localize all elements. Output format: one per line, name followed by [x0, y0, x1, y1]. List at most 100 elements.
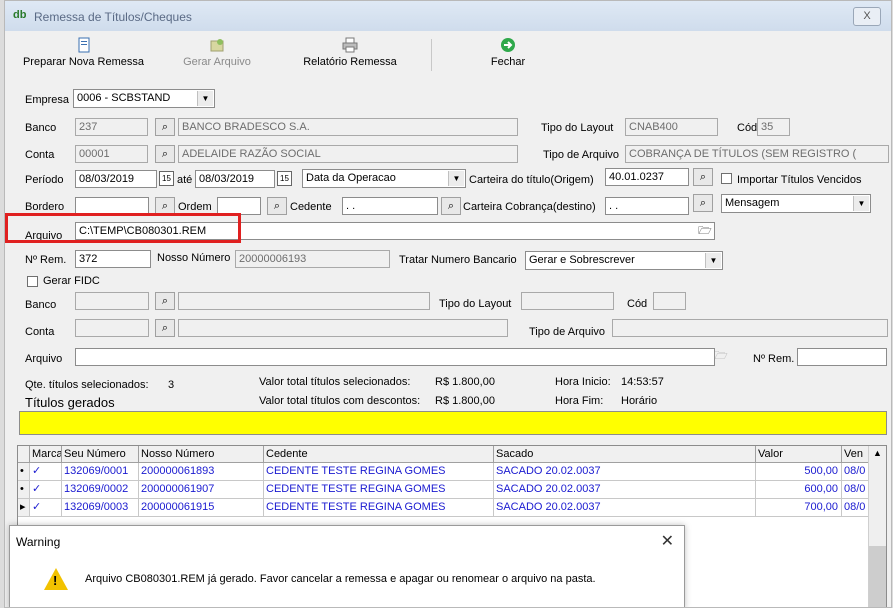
window-title: Remessa de Títulos/Cheques [34, 10, 192, 24]
remessa-window: db Remessa de Títulos/Cheques X Preparar… [4, 0, 892, 608]
chevron-down-icon: ▼ [853, 196, 869, 211]
row-valor[interactable]: 500,00 [756, 463, 842, 481]
row-nosso-numero[interactable]: 200000061893 [139, 463, 264, 481]
cod2-label: Cód [627, 298, 648, 310]
valor-desc-value: R$ 1.800,00 [435, 395, 495, 407]
valor-sel-value: R$ 1.800,00 [435, 376, 495, 388]
row-indicator: • [18, 463, 30, 481]
ordem-search-button[interactable]: ⌕ [267, 197, 287, 215]
grid-header-marca[interactable]: Marca [30, 446, 62, 463]
preparar-label: Preparar Nova Remessa [22, 56, 145, 68]
chevron-down-icon: ▼ [448, 171, 464, 186]
gerar-fidc-label: Gerar FIDC [43, 275, 100, 287]
search-icon: ⌕ [161, 295, 169, 307]
importar-vencidos-checkbox[interactable] [721, 173, 732, 184]
chevron-down-icon: ▼ [197, 91, 213, 106]
search-icon: ⌕ [273, 200, 281, 212]
banco-code-field[interactable]: 237 [75, 118, 148, 136]
calendar-icon[interactable]: 15 [159, 171, 174, 186]
row-valor[interactable]: 600,00 [756, 481, 842, 499]
calendar-icon[interactable]: 15 [277, 171, 292, 186]
highlight-arquivo-box [5, 213, 241, 243]
fechar-button[interactable]: Fechar [483, 37, 533, 68]
carteira-destino-search-button[interactable]: ⌕ [693, 194, 713, 212]
empresa-select[interactable]: 0006 - SCBSTAND ▼ [73, 89, 215, 108]
row-marca-check[interactable]: ✓ [30, 481, 62, 499]
tratar-select[interactable]: Gerar e Sobrescrever ▼ [525, 251, 723, 270]
folder-open-icon[interactable]: 🗁 [695, 223, 715, 241]
banco-search-button[interactable]: ⌕ [155, 118, 175, 136]
tipo-arquivo2-label: Tipo de Arquivo [529, 326, 606, 338]
window-close-button[interactable]: X [853, 7, 881, 26]
conta-code-field[interactable]: 00001 [75, 145, 148, 163]
banco-name-field: BANCO BRADESCO S.A. [178, 118, 518, 136]
nrem-label: Nº Rem. [25, 254, 67, 266]
row-marca-check[interactable]: ✓ [30, 499, 62, 517]
grid-header-sacado[interactable]: Sacado [494, 446, 756, 463]
tipo-arquivo-label: Tipo de Arquivo [543, 149, 620, 161]
progress-status-bar [19, 411, 887, 435]
row-valor[interactable]: 700,00 [756, 499, 842, 517]
bordero-label: Bordero [25, 201, 65, 213]
data-tipo-select[interactable]: Data da Operacao ▼ [302, 169, 466, 188]
grid-scrollbar[interactable]: ▲ [868, 446, 886, 607]
row-cedente[interactable]: CEDENTE TESTE REGINA GOMES [264, 463, 494, 481]
mensagem-select[interactable]: Mensagem ▼ [721, 194, 871, 213]
search-icon: ⌕ [161, 121, 169, 133]
carteira-origem-field[interactable]: 40.01.0237 [605, 168, 689, 186]
carteira-origem-search-button[interactable]: ⌕ [693, 168, 713, 186]
arquivo2-field[interactable] [75, 348, 715, 366]
relatorio-remessa-button[interactable]: Relatório Remessa [295, 37, 405, 68]
qte-value: 3 [168, 379, 175, 391]
grid-header-nosso-numero[interactable]: Nosso Número [139, 446, 264, 463]
dialog-message: Arquivo CB080301.REM já gerado. Favor ca… [85, 573, 596, 585]
grid-header-seu-numero[interactable]: Seu Número [62, 446, 139, 463]
gerar-label: Gerar Arquivo [183, 56, 251, 68]
periodo-ate-field[interactable]: 08/03/2019 [195, 170, 275, 188]
fechar-label: Fechar [490, 56, 526, 68]
grid-header-cedente[interactable]: Cedente [264, 446, 494, 463]
periodo-de-field[interactable]: 08/03/2019 [75, 170, 157, 188]
hora-inicio-label: Hora Inicio: [555, 376, 611, 388]
gerar-fidc-checkbox[interactable] [27, 276, 38, 287]
nrem2-field[interactable] [797, 348, 887, 366]
row-nosso-numero[interactable]: 200000061915 [139, 499, 264, 517]
row-cedente[interactable]: CEDENTE TESTE REGINA GOMES [264, 481, 494, 499]
row-seu-numero[interactable]: 132069/0002 [62, 481, 139, 499]
row-cedente[interactable]: CEDENTE TESTE REGINA GOMES [264, 499, 494, 517]
folder-open-icon[interactable]: 🗁 [711, 348, 731, 366]
tipo-arquivo2-field [612, 319, 888, 337]
app-icon: db [13, 9, 27, 21]
grid-header-valor[interactable]: Valor [756, 446, 842, 463]
nrem-field[interactable]: 372 [75, 250, 151, 268]
scroll-up-icon[interactable]: ▲ [873, 448, 882, 458]
row-marca-check[interactable]: ✓ [30, 463, 62, 481]
hora-fim-value: Horário [621, 395, 658, 407]
toolbar: Preparar Nova Remessa Gerar Arquivo Rela… [5, 31, 891, 81]
row-indicator: ▸ [18, 499, 30, 517]
nosso-numero-field: 20000006193 [235, 250, 390, 268]
row-seu-numero[interactable]: 132069/0003 [62, 499, 139, 517]
cedente-field[interactable]: . . [342, 197, 438, 215]
carteira-destino-field[interactable]: . . [605, 197, 689, 215]
warning-icon: ! [44, 568, 68, 590]
carteira-origem-label: Carteira do título(Origem) [469, 174, 594, 186]
data-tipo-value: Data da Operacao [306, 172, 396, 184]
tipo-layout-label: Tipo do Layout [541, 122, 614, 134]
search-icon: ⌕ [699, 171, 707, 183]
row-sacado[interactable]: SACADO 20.02.0037 [494, 463, 756, 481]
carteira-destino-label: Carteira Cobrança(destino) [463, 201, 596, 213]
row-sacado[interactable]: SACADO 20.02.0037 [494, 481, 756, 499]
dialog-close-button[interactable]: ✕ [661, 531, 674, 551]
row-nosso-numero[interactable]: 200000061907 [139, 481, 264, 499]
conta-search-button[interactable]: ⌕ [155, 145, 175, 163]
conta2-search-button[interactable]: ⌕ [155, 319, 175, 337]
cedente-search-button[interactable]: ⌕ [441, 197, 461, 215]
banco2-search-button[interactable]: ⌕ [155, 292, 175, 310]
nosso-numero-label: Nosso Número [157, 252, 231, 264]
grid-scroll-thumb[interactable] [869, 546, 886, 607]
row-sacado[interactable]: SACADO 20.02.0037 [494, 499, 756, 517]
gerar-arquivo-button[interactable]: Gerar Arquivo [177, 37, 257, 68]
row-seu-numero[interactable]: 132069/0001 [62, 463, 139, 481]
preparar-nova-remessa-button[interactable]: Preparar Nova Remessa [21, 37, 146, 68]
